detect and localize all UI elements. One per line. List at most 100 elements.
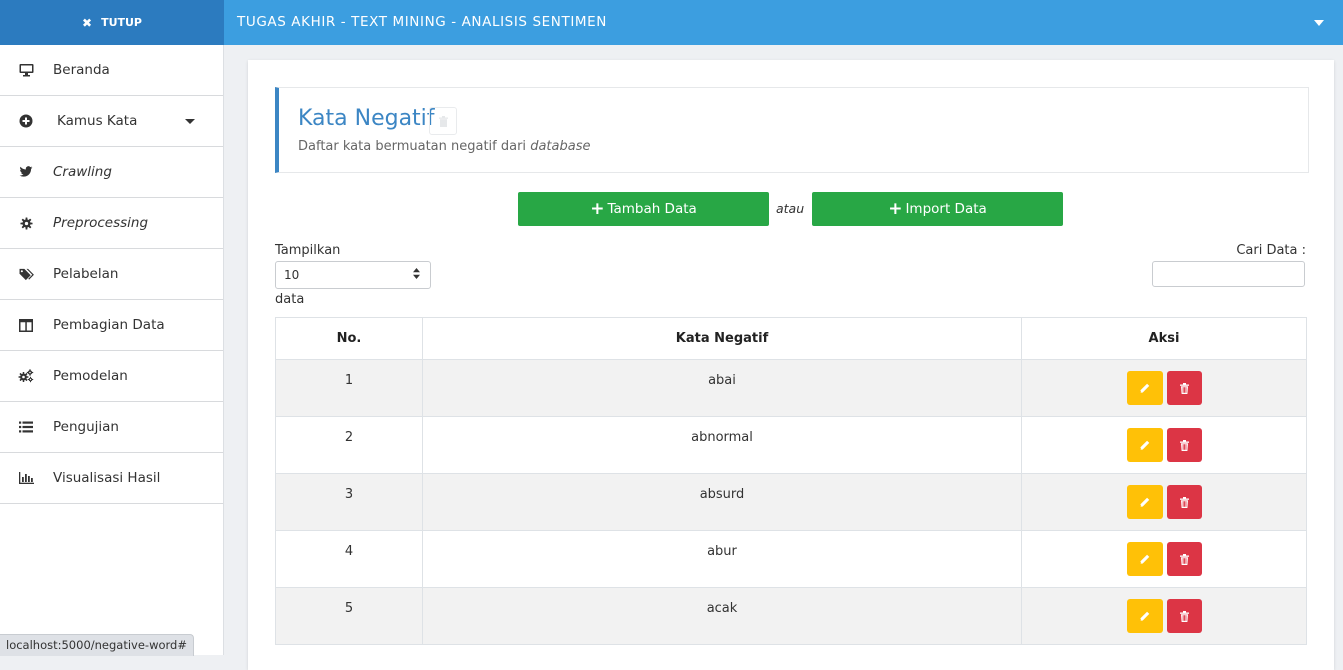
sidebar-item-pembagian-data[interactable]: Pembagian Data <box>0 300 223 351</box>
table-row: 1 abai <box>275 359 1307 417</box>
row-actions <box>1021 473 1307 531</box>
column-header-word: Kata Negatif <box>422 317 1022 360</box>
row-number: 2 <box>275 416 423 474</box>
sidebar: Beranda Kamus Kata Crawling Preprocessin… <box>0 45 224 655</box>
row-word: abai <box>422 359 1022 417</box>
close-icon: ✖ <box>82 15 93 30</box>
row-number: 5 <box>275 587 423 645</box>
page-size-value: 10 <box>284 268 300 282</box>
or-text: atau <box>776 201 805 216</box>
gear-icon <box>18 215 34 231</box>
trash-icon <box>1179 439 1189 451</box>
row-word: abur <box>422 530 1022 588</box>
sidebar-item-label: Pelabelan <box>53 266 119 282</box>
sidebar-item-label: Crawling <box>53 164 112 180</box>
edit-button[interactable] <box>1126 428 1163 462</box>
show-entries-label: Tampilkan <box>275 243 341 258</box>
sidebar-item-label: Pemodelan <box>53 368 128 384</box>
close-sidebar-label: TUTUP <box>101 16 142 29</box>
pencil-icon <box>1139 611 1150 622</box>
row-number: 4 <box>275 530 423 588</box>
main-content: Kata Negatif Daftar kata bermuatan negat… <box>248 60 1334 670</box>
row-number: 3 <box>275 473 423 531</box>
sidebar-item-label: Beranda <box>53 62 110 78</box>
trash-icon <box>1179 382 1189 394</box>
page-header: Kata Negatif Daftar kata bermuatan negat… <box>275 87 1309 173</box>
column-header-no: No. <box>275 317 423 360</box>
app-title: TUGAS AKHIR - TEXT MINING - ANALISIS SEN… <box>237 14 607 30</box>
sidebar-item-kamus-kata[interactable]: Kamus Kata <box>0 96 223 147</box>
row-number: 1 <box>275 359 423 417</box>
edit-button[interactable] <box>1126 485 1163 519</box>
page-size-select[interactable]: 10 <box>275 261 431 289</box>
plus-circle-icon <box>18 113 34 129</box>
trash-icon <box>1179 610 1189 622</box>
pencil-icon <box>1139 554 1150 565</box>
cogs-icon <box>18 368 34 384</box>
columns-icon <box>18 317 34 333</box>
delete-button[interactable] <box>1166 485 1202 519</box>
pencil-icon <box>1139 440 1150 451</box>
delete-button[interactable] <box>1166 542 1202 576</box>
sidebar-item-pelabelan[interactable]: Pelabelan <box>0 249 223 300</box>
delete-button[interactable] <box>1166 599 1202 633</box>
delete-button[interactable] <box>1166 371 1202 405</box>
caret-down-icon <box>185 119 195 124</box>
import-data-button[interactable]: + Import Data <box>812 192 1063 226</box>
sidebar-item-preprocessing[interactable]: Preprocessing <box>0 198 223 249</box>
data-table: No. Kata Negatif Aksi 1 abai 2 abnormal 3 abs… <box>275 317 1307 645</box>
pencil-icon <box>1139 383 1150 394</box>
delete-button[interactable] <box>1166 428 1202 462</box>
row-actions <box>1021 587 1307 645</box>
search-input[interactable] <box>1152 261 1305 287</box>
select-arrows-icon <box>413 268 420 283</box>
page-title: Kata Negatif <box>298 106 435 131</box>
plus-icon: + <box>888 198 903 219</box>
edit-button[interactable] <box>1126 599 1163 633</box>
sidebar-item-pemodelan[interactable]: Pemodelan <box>0 351 223 402</box>
status-bar-url: localhost:5000/negative-word# <box>0 634 194 656</box>
row-actions <box>1021 530 1307 588</box>
chevron-down-icon[interactable] <box>1314 20 1324 26</box>
sidebar-item-label: Pengujian <box>53 419 119 435</box>
trash-icon <box>1179 553 1189 565</box>
page-subtitle: Daftar kata bermuatan negatif dari datab… <box>298 139 591 154</box>
add-data-button[interactable]: + Tambah Data <box>518 192 769 226</box>
close-sidebar-button[interactable]: ✖ TUTUP <box>0 0 224 45</box>
subtitle-emphasis: database <box>530 139 591 154</box>
top-navbar: ✖ TUTUP TUGAS AKHIR - TEXT MINING - ANAL… <box>0 0 1343 45</box>
show-entries-suffix: data <box>275 292 305 307</box>
pencil-icon <box>1139 497 1150 508</box>
sidebar-item-label: Pembagian Data <box>53 317 165 333</box>
twitter-icon <box>18 164 34 180</box>
edit-button[interactable] <box>1126 371 1163 405</box>
sidebar-item-label: Kamus Kata <box>57 113 138 129</box>
sidebar-item-pengujian[interactable]: Pengujian <box>0 402 223 453</box>
row-actions <box>1021 359 1307 417</box>
row-word: abnormal <box>422 416 1022 474</box>
row-actions <box>1021 416 1307 474</box>
tags-icon <box>18 266 34 282</box>
edit-button[interactable] <box>1126 542 1163 576</box>
bar-chart-icon <box>18 470 34 486</box>
list-icon <box>18 419 34 435</box>
column-header-action: Aksi <box>1021 317 1307 360</box>
table-row: 2 abnormal <box>275 416 1307 474</box>
trash-icon <box>1179 496 1189 508</box>
search-label: Cari Data : <box>1236 243 1306 258</box>
table-row: 5 acak <box>275 587 1307 645</box>
import-data-label: Import Data <box>905 201 987 217</box>
row-word: absurd <box>422 473 1022 531</box>
sidebar-item-crawling[interactable]: Crawling <box>0 147 223 198</box>
row-word: acak <box>422 587 1022 645</box>
table-row: 3 absurd <box>275 473 1307 531</box>
trash-icon <box>429 107 457 135</box>
table-row: 4 abur <box>275 530 1307 588</box>
sidebar-item-visualisasi-hasil[interactable]: Visualisasi Hasil <box>0 453 223 504</box>
sidebar-item-label: Visualisasi Hasil <box>53 470 161 486</box>
sidebar-item-beranda[interactable]: Beranda <box>0 45 223 96</box>
add-data-label: Tambah Data <box>607 201 697 217</box>
table-header-row: No. Kata Negatif Aksi <box>275 317 1307 360</box>
sidebar-item-label: Preprocessing <box>53 215 149 231</box>
monitor-icon <box>18 62 34 78</box>
